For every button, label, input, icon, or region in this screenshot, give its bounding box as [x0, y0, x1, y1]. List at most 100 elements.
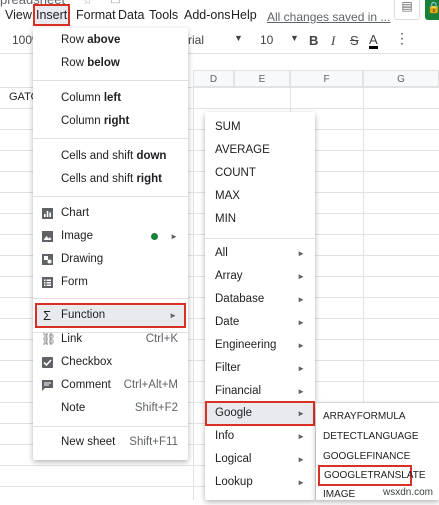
row-above-bold: above [87, 34, 121, 46]
chevron-right-icon: ► [297, 341, 305, 350]
col-left-prefix: Column [61, 92, 104, 104]
function-category-info[interactable]: Info ► [205, 425, 315, 448]
image-function-label: IMAGE [323, 489, 356, 500]
chevron-right-icon: ► [170, 232, 178, 241]
function-category-google[interactable]: Google ► [205, 401, 315, 426]
column-header-e[interactable]: E [234, 70, 290, 87]
insert-form[interactable]: Form [33, 271, 188, 294]
menu-divider [205, 238, 315, 239]
strikethrough-icon[interactable]: S [350, 33, 359, 48]
chevron-right-icon: ► [297, 318, 305, 327]
sigma-icon: Σ [43, 308, 52, 323]
category-filter-label: Filter [215, 362, 241, 374]
insert-menu: Row above Row below Column left Column r… [33, 28, 188, 460]
drawing-label: Drawing [61, 253, 104, 265]
insert-function[interactable]: Σ Function ► [35, 303, 186, 328]
comment-history-button[interactable]: ▤ [394, 0, 420, 20]
function-category-logical[interactable]: Logical ► [205, 448, 315, 471]
category-info-label: Info [215, 430, 235, 442]
row-below-bold: below [87, 57, 120, 69]
function-arrayformula[interactable]: ARRAYFORMULA [316, 407, 439, 427]
function-count[interactable]: COUNT [205, 162, 315, 185]
insert-cells-shift-down[interactable]: Cells and shift down [33, 145, 188, 168]
function-detectlanguage[interactable]: DETECTLANGUAGE [316, 427, 439, 447]
function-average[interactable]: AVERAGE [205, 139, 315, 162]
function-average-label: AVERAGE [215, 144, 270, 156]
drawing-icon [42, 254, 53, 265]
insert-link[interactable]: ⛓ Link Ctrl+K [33, 328, 188, 351]
function-min[interactable]: MIN [205, 208, 315, 231]
function-category-financial[interactable]: Financial ► [205, 380, 315, 403]
function-category-filter[interactable]: Filter ► [205, 357, 315, 380]
insert-row-below[interactable]: Row below [33, 52, 188, 75]
chevron-right-icon: ► [297, 364, 305, 373]
note-label: Note [61, 402, 86, 414]
chevron-right-icon: ► [297, 432, 305, 441]
chevron-right-icon: ► [169, 311, 177, 320]
function-category-database[interactable]: Database ► [205, 288, 315, 311]
menu-format[interactable]: Format [76, 6, 116, 24]
column-header-f[interactable]: F [290, 70, 363, 87]
chevron-right-icon: ► [297, 249, 305, 258]
function-sum-label: SUM [215, 121, 241, 133]
menu-addons[interactable]: Add-ons [184, 6, 231, 24]
insert-drawing[interactable]: Drawing [33, 248, 188, 271]
new-sheet-label: New sheet [61, 436, 116, 448]
insert-image[interactable]: Image ► [33, 225, 188, 248]
font-select[interactable]: rial [188, 33, 204, 47]
link-icon: ⛓ [41, 332, 57, 346]
form-label: Form [61, 276, 88, 288]
category-database-label: Database [215, 293, 265, 305]
function-googlefinance[interactable]: GOOGLEFINANCE [316, 447, 439, 467]
text-color-icon[interactable]: A [369, 33, 378, 49]
menu-divider [33, 298, 188, 299]
italic-icon[interactable]: I [331, 33, 335, 49]
function-category-array[interactable]: Array ► [205, 265, 315, 288]
image-icon [42, 231, 53, 242]
column-header-g[interactable]: G [363, 70, 439, 87]
google-functions-submenu: ARRAYFORMULA DETECTLANGUAGE GOOGLEFINANC… [316, 403, 439, 500]
insert-column-right[interactable]: Column right [33, 110, 188, 133]
grid-column-line [193, 87, 194, 500]
lock-icon: 🔒 [427, 2, 439, 14]
function-googletranslate[interactable]: GOOGLETRANSLATE [318, 465, 426, 486]
function-category-date[interactable]: Date ► [205, 311, 315, 334]
insert-chart[interactable]: Chart [33, 202, 188, 225]
insert-column-left[interactable]: Column left [33, 87, 188, 110]
function-min-label: MIN [215, 213, 237, 225]
insert-row-above[interactable]: Row above [33, 29, 188, 52]
column-header-d[interactable]: D [193, 70, 234, 87]
chart-label: Chart [61, 207, 90, 219]
menu-insert[interactable]: Insert [33, 4, 71, 26]
insert-comment[interactable]: Comment Ctrl+Alt+M [33, 374, 188, 397]
comment-label: Comment [61, 379, 111, 391]
insert-note[interactable]: Note Shift+F2 [33, 397, 188, 420]
note-shortcut: Shift+F2 [134, 402, 178, 414]
bold-icon[interactable]: B [309, 33, 318, 48]
font-size-dropdown-icon[interactable]: ▼ [290, 33, 299, 43]
save-status-link[interactable]: All changes saved in ... [267, 10, 390, 24]
function-max[interactable]: MAX [205, 185, 315, 208]
font-dropdown-icon[interactable]: ▼ [234, 33, 243, 43]
insert-cells-shift-right[interactable]: Cells and shift right [33, 168, 188, 191]
menu-tools[interactable]: Tools [149, 6, 178, 24]
menu-data[interactable]: Data [118, 6, 144, 24]
function-category-lookup[interactable]: Lookup ► [205, 471, 315, 494]
insert-new-sheet[interactable]: New sheet Shift+F11 [33, 431, 188, 454]
function-category-all[interactable]: All ► [205, 242, 315, 265]
more-options-icon[interactable]: ⋮ [395, 30, 409, 47]
function-category-engineering[interactable]: Engineering ► [205, 334, 315, 357]
font-size-select[interactable]: 10 [260, 33, 273, 47]
menu-view[interactable]: View [5, 6, 32, 24]
share-button[interactable]: 🔒 [425, 0, 439, 20]
function-sum[interactable]: SUM [205, 116, 315, 139]
cells-down-prefix: Cells and shift [61, 150, 137, 162]
chevron-right-icon: ► [297, 295, 305, 304]
function-label: Function [61, 309, 106, 321]
insert-checkbox[interactable]: Checkbox [33, 351, 188, 374]
menu-divider [33, 426, 188, 427]
function-max-label: MAX [215, 190, 240, 202]
category-google-label: Google [215, 407, 253, 419]
category-all-label: All [215, 247, 228, 259]
menu-help[interactable]: Help [231, 6, 257, 24]
